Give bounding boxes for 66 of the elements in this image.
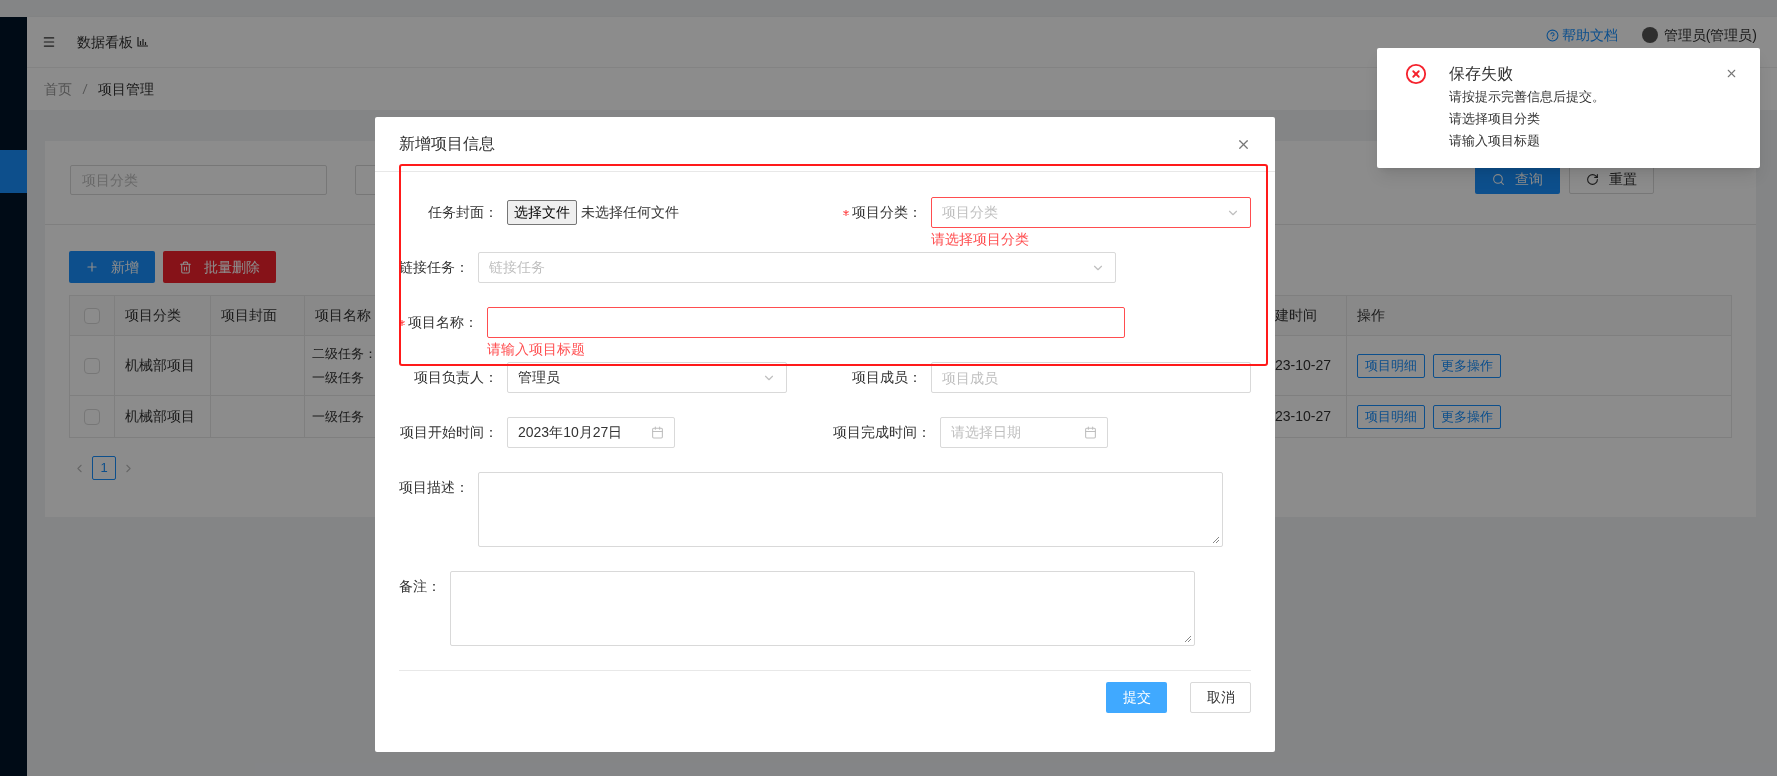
date-field[interactable]: 请选择日期: [940, 417, 1108, 448]
notification-text: 请选择项目分类: [1449, 110, 1541, 128]
field-label: 备注：: [399, 577, 441, 596]
column-header: 项目分类: [114, 296, 210, 335]
field-label: 项目负责人：: [414, 368, 498, 387]
help-link[interactable]: 帮助文档: [1561, 27, 1618, 43]
error-message: 请选择项目分类: [931, 230, 1029, 248]
field-label: 任务封面：: [428, 203, 498, 222]
error-message: 请输入项目标题: [487, 340, 585, 358]
action-button[interactable]: 更多操作: [1433, 404, 1501, 429]
resize-handle-icon: [1212, 536, 1220, 544]
bar-chart-icon: [137, 37, 148, 47]
column-header: 操作: [1346, 296, 1731, 335]
sidebar-item[interactable]: [0, 150, 27, 193]
notification-text: 请输入项目标题: [1449, 132, 1541, 150]
field-label: 项目完成时间：: [833, 423, 931, 442]
table-cell-text: 一级任务: [312, 368, 364, 387]
table-cell: 机械部项目: [114, 396, 210, 437]
input-field[interactable]: [487, 307, 1125, 338]
close-icon[interactable]: [1725, 67, 1738, 80]
field-label: 项目描述：: [399, 478, 469, 497]
text-area[interactable]: [478, 472, 1223, 547]
text-area[interactable]: [450, 571, 1195, 646]
notification-text: 请按提示完善信息后提交。: [1449, 88, 1605, 106]
action-button[interactable]: 更多操作: [1433, 353, 1501, 378]
error-icon: [1405, 63, 1427, 85]
field-label: 项目开始时间：: [400, 423, 498, 442]
file-status: 未选择任何文件: [581, 203, 679, 222]
page-title[interactable]: 数据看板: [77, 31, 133, 53]
field-label: 项目分类：: [852, 203, 922, 222]
notification-title: 保存失败: [1449, 64, 1514, 84]
choose-file-button[interactable]: 选择文件: [507, 200, 577, 225]
calendar-icon: [651, 426, 664, 439]
menu-icon[interactable]: [42, 35, 56, 49]
plus-icon: [85, 260, 99, 274]
field-label: 项目名称：: [408, 313, 478, 332]
table-cell-text: 一级任务: [312, 407, 364, 426]
refresh-icon: [1586, 173, 1599, 186]
trash-icon: [179, 260, 192, 274]
action-button[interactable]: 项目明细: [1357, 404, 1425, 429]
select-field[interactable]: 链接任务: [478, 252, 1116, 283]
table-cell-text: 23-10-27: [1274, 356, 1333, 375]
delete-button[interactable]: 批量删除: [163, 251, 276, 283]
dialog-title: 新增项目信息: [399, 134, 495, 154]
separator-icon: [82, 83, 88, 95]
select-field[interactable]: 项目分类: [931, 197, 1251, 228]
user-avatar[interactable]: [1641, 27, 1658, 43]
action-button[interactable]: 项目明细: [1357, 353, 1425, 378]
resize-handle-icon: [1184, 635, 1192, 643]
add-button[interactable]: 新增: [69, 251, 155, 283]
page-button[interactable]: 1: [92, 456, 116, 480]
column-header: 建时间: [1274, 306, 1318, 325]
select-field[interactable]: 管理员: [507, 362, 787, 393]
column-header: 项目封面: [210, 296, 304, 335]
date-field[interactable]: 2023年10月27日: [507, 417, 675, 448]
user-name[interactable]: 管理员(管理员): [1663, 27, 1757, 43]
cancel-button[interactable]: 取消: [1190, 682, 1251, 713]
search-icon: [1492, 173, 1505, 186]
help-icon: [1545, 28, 1559, 42]
table-cell-text: 二级任务：: [312, 344, 377, 363]
field-label: 项目成员：: [852, 368, 922, 387]
table-cell-text: 23-10-27: [1274, 407, 1333, 426]
breadcrumb-item[interactable]: 项目管理: [98, 78, 154, 100]
table-cell: 机械部项目: [114, 336, 210, 395]
submit-button[interactable]: 提交: [1106, 682, 1167, 713]
calendar-icon: [1084, 426, 1097, 439]
